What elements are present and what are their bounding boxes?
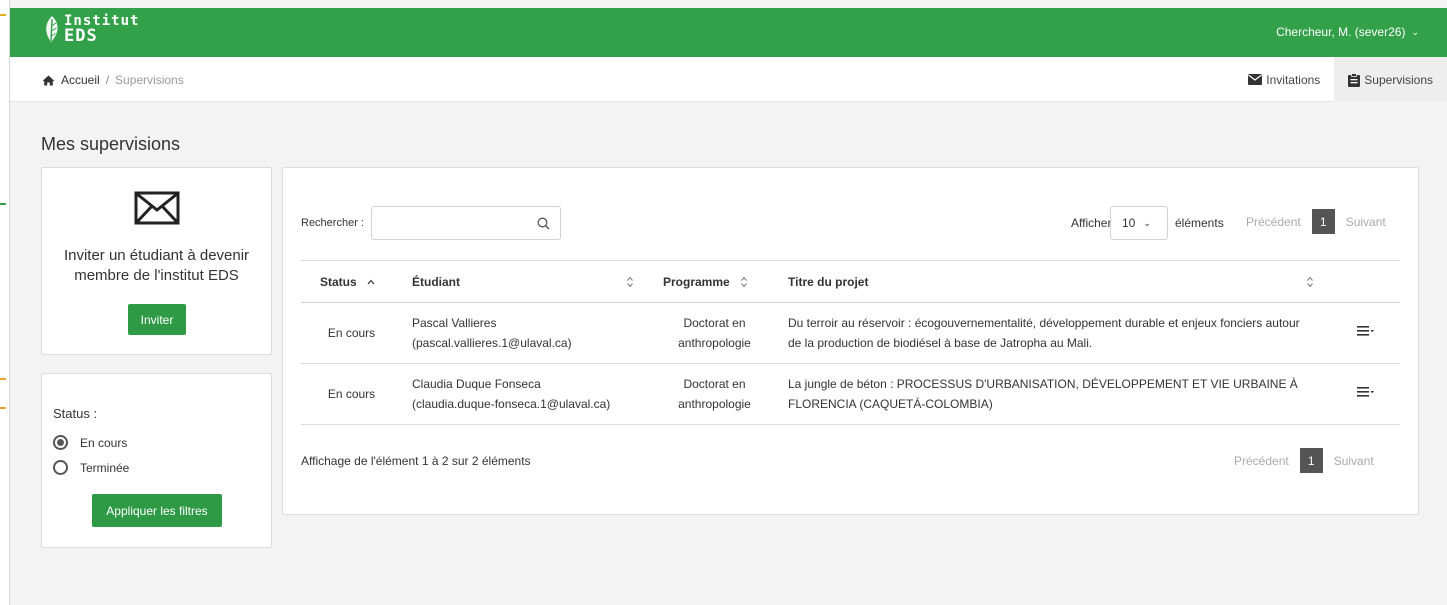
- next-page-link[interactable]: Suivant: [1334, 454, 1374, 468]
- row-project-title: La jungle de béton : PROCESSUS D'URBANIS…: [777, 363, 1332, 425]
- edge-marker: [0, 378, 6, 380]
- apply-filters-button[interactable]: Appliquer les filtres: [92, 494, 222, 527]
- search-box[interactable]: [371, 206, 561, 240]
- status-radio-en-cours[interactable]: En cours: [53, 435, 127, 450]
- sort-icon: [1307, 276, 1313, 288]
- column-header-program[interactable]: Programme: [652, 260, 777, 303]
- prev-page-link[interactable]: Précédent: [1234, 454, 1289, 468]
- edge-marker: [0, 407, 6, 409]
- leaf-logo-icon: [46, 16, 58, 42]
- logo-text: Institut EDS: [64, 14, 139, 46]
- program-line-2: anthropologie: [678, 336, 751, 350]
- row-actions: [1332, 302, 1400, 364]
- home-icon: [42, 75, 55, 85]
- row-menu-button[interactable]: [1357, 325, 1375, 337]
- column-header-title[interactable]: Titre du projet: [777, 260, 1332, 303]
- student-email: (claudia.duque-fonseca.1@ulaval.ca): [412, 397, 611, 411]
- column-header-label: Programme: [663, 274, 730, 289]
- student-name: Pascal Vallieres: [412, 316, 497, 330]
- student-name: Claudia Duque Fonseca: [412, 377, 541, 391]
- column-header-label: Titre du projet: [788, 274, 869, 289]
- user-name: Chercheur, M. (sever26): [1276, 25, 1406, 39]
- nav-supervisions-label: Supervisions: [1364, 72, 1433, 87]
- sort-icon: [627, 276, 633, 288]
- invite-description: Inviter un étudiant à devenir membre de …: [63, 247, 250, 284]
- row-status: En cours: [301, 363, 402, 425]
- page-number[interactable]: 1: [1299, 448, 1323, 473]
- supervisions-table: Status Étudiant Programme Titre du proje…: [301, 260, 1400, 425]
- row-program: Doctorat en anthropologie: [652, 302, 777, 364]
- filter-card: Status : En cours Terminée Appliquer les…: [41, 373, 272, 548]
- edge-marker: [0, 203, 6, 205]
- row-program: Doctorat en anthropologie: [652, 363, 777, 425]
- invite-button[interactable]: Inviter: [128, 304, 186, 335]
- menu-icon: [1357, 326, 1374, 336]
- nav-supervisions[interactable]: Supervisions: [1334, 57, 1447, 102]
- column-header-actions: [1332, 260, 1400, 303]
- row-student: Pascal Vallieres (pascal.vallieres.1@ula…: [402, 302, 652, 364]
- nav-invitations[interactable]: Invitations: [1234, 57, 1334, 102]
- envelope-icon: [1248, 74, 1263, 85]
- radio-checked[interactable]: [53, 435, 68, 450]
- column-header-label: Status: [320, 274, 357, 289]
- table-header-row: Status Étudiant Programme Titre du proje…: [301, 260, 1400, 303]
- user-menu[interactable]: Chercheur, M. (sever26) ⌄: [1276, 25, 1419, 39]
- elements-label: éléments: [1175, 216, 1224, 230]
- status-option-label: En cours: [80, 435, 128, 450]
- sort-icon: [741, 277, 747, 288]
- logo-line-2: EDS: [64, 26, 98, 46]
- page-size-label: Afficher: [1071, 216, 1112, 230]
- app-root: Institut EDS Chercheur, M. (sever26) ⌄ A…: [10, 0, 1447, 605]
- column-header-student[interactable]: Étudiant: [402, 260, 652, 303]
- pagination-bottom: Précédent 1 Suivant: [1234, 448, 1374, 473]
- edge-marker: [0, 14, 6, 16]
- pagination-top: Précédent 1 Suivant: [1246, 209, 1386, 234]
- row-actions: [1332, 363, 1400, 425]
- top-navbar: Institut EDS Chercheur, M. (sever26) ⌄: [10, 8, 1447, 57]
- radio-unchecked[interactable]: [53, 460, 68, 475]
- row-menu-button[interactable]: [1357, 386, 1375, 398]
- program-line-1: Doctorat en: [683, 316, 746, 330]
- column-header-label: Étudiant: [412, 274, 460, 289]
- breadcrumb-current: Supervisions: [115, 73, 184, 87]
- institute-logo[interactable]: Institut EDS: [42, 14, 139, 46]
- row-status: En cours: [301, 302, 402, 364]
- chevron-down-icon: ⌄: [1411, 26, 1419, 37]
- row-student: Claudia Duque Fonseca (claudia.duque-fon…: [402, 363, 652, 425]
- page-size-select[interactable]: 10 ⌄: [1110, 206, 1168, 240]
- page-number[interactable]: 1: [1311, 209, 1335, 234]
- chevron-down-icon: ⌄: [1143, 217, 1151, 228]
- status-filter-label: Status :: [53, 406, 98, 421]
- page-title: Mes supervisions: [41, 134, 181, 154]
- program-line-2: anthropologie: [678, 397, 751, 411]
- prev-page-link[interactable]: Précédent: [1246, 215, 1301, 229]
- column-header-status[interactable]: Status: [301, 260, 402, 303]
- breadcrumb-home-link[interactable]: Accueil: [61, 73, 100, 87]
- search-icon: [537, 217, 550, 230]
- page-size-value: 10: [1122, 216, 1136, 230]
- nav-invitations-label: Invitations: [1266, 72, 1321, 87]
- breadcrumb-separator: /: [105, 73, 110, 87]
- next-page-link[interactable]: Suivant: [1346, 215, 1386, 229]
- menu-icon: [1357, 387, 1374, 397]
- table-info: Affichage de l'élément 1 à 2 sur 2 éléme…: [301, 454, 531, 468]
- status-radio-terminee[interactable]: Terminée: [53, 460, 129, 475]
- sort-asc-icon: [367, 279, 375, 285]
- status-option-label: Terminée: [80, 460, 130, 475]
- student-email: (pascal.vallieres.1@ulaval.ca): [412, 336, 572, 350]
- table-row: En cours Claudia Duque Fonseca (claudia.…: [301, 363, 1400, 425]
- program-line-1: Doctorat en: [683, 377, 746, 391]
- search-input[interactable]: [376, 209, 526, 237]
- sub-navbar: Accueil / Supervisions Invitations Super…: [10, 57, 1447, 102]
- mail-icon: [134, 191, 180, 225]
- supervisions-table-card: Rechercher : Afficher 10 ⌄ éléments Préc…: [282, 167, 1419, 515]
- clipboard-icon: [1348, 72, 1361, 87]
- row-project-title: Du terroir au réservoir : écogouvernemen…: [777, 302, 1332, 364]
- table-row: En cours Pascal Vallieres (pascal.vallie…: [301, 302, 1400, 364]
- invite-card: Inviter un étudiant à devenir membre de …: [41, 167, 272, 355]
- page-nav: Invitations Supervisions: [1234, 57, 1447, 102]
- breadcrumb: Accueil / Supervisions: [42, 73, 184, 87]
- search-label: Rechercher :: [301, 217, 364, 229]
